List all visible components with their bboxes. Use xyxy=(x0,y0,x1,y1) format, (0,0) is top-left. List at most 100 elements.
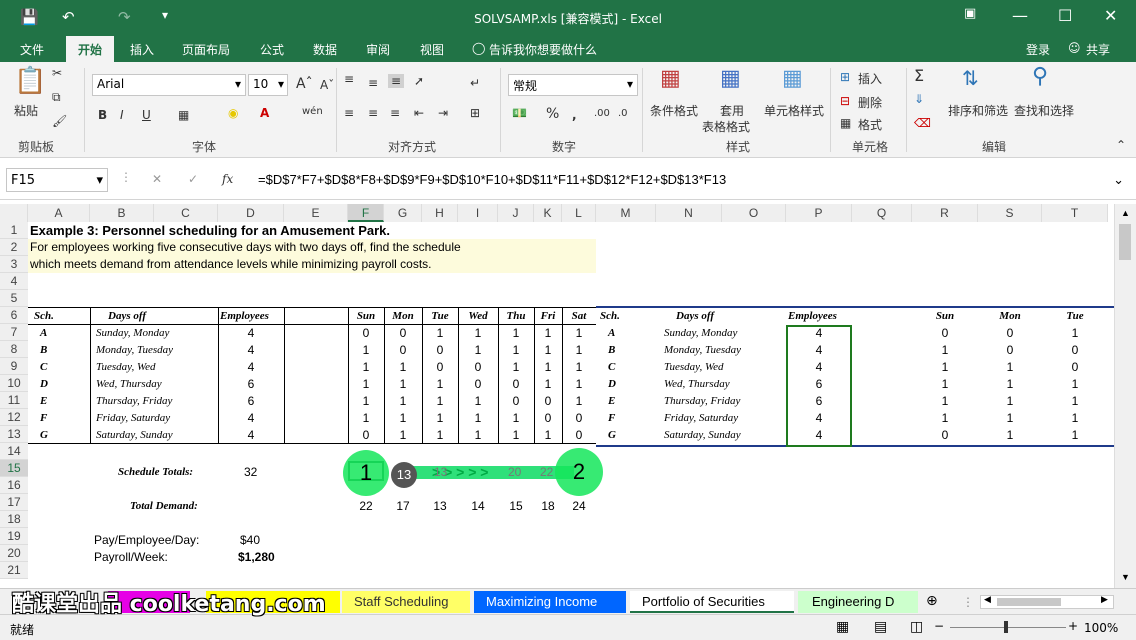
sch-cell[interactable]: E xyxy=(40,393,47,410)
right-days-off-cell[interactable]: Monday, Tuesday xyxy=(664,342,741,359)
right-days-off-cell[interactable]: Thursday, Friday xyxy=(664,393,740,410)
delete-cells-button[interactable]: 删除 xyxy=(858,94,882,111)
tab-staff-scheduling[interactable]: Staff Scheduling xyxy=(342,591,470,613)
tab-data[interactable]: 数据 xyxy=(313,41,337,58)
shrink-font-icon[interactable]: Aˇ xyxy=(320,78,334,92)
formula-input[interactable]: =$D$7*F7+$D$8*F8+$D$9*F9+$D$10*F10+$D$11… xyxy=(254,168,1130,192)
right-sch-cell[interactable]: E xyxy=(608,393,615,410)
schedule-value-cell[interactable]: 1 xyxy=(422,325,458,342)
row-header-19[interactable]: 19 xyxy=(0,528,28,545)
schedule-value-cell[interactable]: 1 xyxy=(458,393,498,410)
right-value-cell[interactable]: 0 xyxy=(912,325,978,342)
clear-icon[interactable]: ⌫ xyxy=(914,116,931,130)
select-all-corner[interactable] xyxy=(0,204,28,222)
tell-me-box[interactable]: 告诉我你想要做什么 xyxy=(489,41,597,58)
schedule-value-cell[interactable]: 1 xyxy=(534,325,562,342)
tab-view[interactable]: 视图 xyxy=(420,41,444,58)
zoom-slider-thumb[interactable] xyxy=(1004,621,1008,633)
scroll-left-icon[interactable]: ◀ xyxy=(984,595,991,605)
right-day-header[interactable]: Mon xyxy=(978,308,1042,325)
tab-home[interactable]: 开始 xyxy=(66,36,115,62)
align-right-icon[interactable]: ≡ xyxy=(390,106,400,120)
right-value-cell[interactable]: 1 xyxy=(912,410,978,427)
day-header[interactable]: Sat xyxy=(562,308,596,325)
schedule-value-cell[interactable]: 1 xyxy=(348,376,384,393)
font-size-select[interactable]: 10 ▾ xyxy=(248,74,288,96)
row-header-7[interactable]: 7 xyxy=(0,324,28,341)
right-sch-cell[interactable]: F xyxy=(608,410,615,427)
page-break-view-icon[interactable]: ◫ xyxy=(910,619,923,635)
schedule-value-cell[interactable]: 1 xyxy=(562,393,596,410)
schedule-value-cell[interactable]: 1 xyxy=(458,342,498,359)
days-off-cell[interactable]: Saturday, Sunday xyxy=(96,427,173,444)
demand-cell[interactable]: 13 xyxy=(422,498,458,515)
schedule-value-cell[interactable]: 1 xyxy=(498,427,534,444)
right-value-cell[interactable]: 1 xyxy=(912,342,978,359)
cell-styles-button[interactable]: 单元格样式 xyxy=(764,102,824,119)
sch-cell[interactable]: A xyxy=(40,325,47,342)
demand-cell[interactable]: 15 xyxy=(498,498,534,515)
day-header[interactable]: Fri xyxy=(534,308,562,325)
schedule-value-cell[interactable]: 1 xyxy=(458,427,498,444)
row-header-15[interactable]: 15 xyxy=(0,460,28,477)
row-header-21[interactable]: 21 xyxy=(0,562,28,579)
fill-icon[interactable]: ⇓ xyxy=(914,92,924,106)
right-value-cell[interactable]: 0 xyxy=(1042,359,1108,376)
tab-review[interactable]: 审阅 xyxy=(366,41,390,58)
schedule-value-cell[interactable]: 1 xyxy=(384,359,422,376)
right-value-cell[interactable]: 1 xyxy=(978,393,1042,410)
add-sheet-icon[interactable]: ⊕ xyxy=(926,593,938,609)
sch-cell[interactable]: F xyxy=(40,410,47,427)
fill-color-icon[interactable]: ◉ xyxy=(228,106,238,120)
autosum-icon[interactable]: Σ xyxy=(914,66,924,85)
column-header-m[interactable]: M xyxy=(596,204,656,222)
grow-font-icon[interactable]: Aˆ xyxy=(296,76,313,92)
employees-cell[interactable]: 4 xyxy=(218,410,284,427)
insert-cells-icon[interactable]: ⊞ xyxy=(840,70,850,84)
right-sch-cell[interactable]: C xyxy=(608,359,615,376)
merge-center-icon[interactable]: ⊞ xyxy=(470,106,480,120)
right-employees-header[interactable]: Employees xyxy=(788,308,837,325)
schedule-value-cell[interactable]: 1 xyxy=(422,427,458,444)
paste-icon[interactable]: 📋 xyxy=(14,66,46,96)
row-header-9[interactable]: 9 xyxy=(0,358,28,375)
schedule-value-cell[interactable]: 0 xyxy=(348,427,384,444)
scroll-up-icon[interactable]: ▲ xyxy=(1121,208,1130,218)
schedule-value-cell[interactable]: 0 xyxy=(498,376,534,393)
employees-cell[interactable]: 4 xyxy=(218,359,284,376)
right-value-cell[interactable]: 1 xyxy=(1042,376,1108,393)
schedule-value-cell[interactable]: 1 xyxy=(384,427,422,444)
ribbon-display-icon[interactable]: ▣ xyxy=(964,6,976,21)
schedule-value-cell[interactable]: 0 xyxy=(422,359,458,376)
day-header[interactable]: Mon xyxy=(384,308,422,325)
column-header-h[interactable]: H xyxy=(422,204,458,222)
demand-cell[interactable]: 22 xyxy=(348,498,384,515)
day-header[interactable]: Sun xyxy=(348,308,384,325)
schedule-value-cell[interactable]: 1 xyxy=(348,410,384,427)
cancel-icon[interactable]: ✕ xyxy=(152,172,162,186)
normal-view-icon[interactable]: ▦ xyxy=(836,619,849,635)
insert-function-icon[interactable]: fx xyxy=(222,172,233,186)
maximize-icon[interactable]: ☐ xyxy=(1058,6,1072,25)
schedule-value-cell[interactable]: 1 xyxy=(384,376,422,393)
row-header-5[interactable]: 5 xyxy=(0,290,28,307)
format-table-label-2[interactable]: 表格格式 xyxy=(702,118,750,135)
right-value-cell[interactable]: 1 xyxy=(978,410,1042,427)
row-header-12[interactable]: 12 xyxy=(0,409,28,426)
page-layout-view-icon[interactable]: ▤ xyxy=(874,619,887,635)
zoom-in-icon[interactable]: + xyxy=(1068,619,1078,633)
schedule-value-cell[interactable]: 1 xyxy=(422,410,458,427)
column-header-d[interactable]: D xyxy=(218,204,284,222)
tab-formulas[interactable]: 公式 xyxy=(260,41,284,58)
vertical-scrollbar[interactable]: ▲ ▼ xyxy=(1114,204,1136,588)
right-value-cell[interactable]: 1 xyxy=(912,359,978,376)
employees-cell[interactable]: 4 xyxy=(218,325,284,342)
align-middle-icon[interactable]: ≡ xyxy=(368,76,378,90)
schedule-totals-label[interactable]: Schedule Totals: xyxy=(118,464,193,481)
orientation-icon[interactable]: ➚ xyxy=(414,74,424,88)
column-header-b[interactable]: B xyxy=(90,204,154,222)
font-name-select[interactable]: Arial ▾ xyxy=(92,74,246,96)
schedule-value-cell[interactable]: 0 xyxy=(562,410,596,427)
demand-cell[interactable]: 18 xyxy=(534,498,562,515)
increase-indent-icon[interactable]: ⇥ xyxy=(438,106,448,120)
